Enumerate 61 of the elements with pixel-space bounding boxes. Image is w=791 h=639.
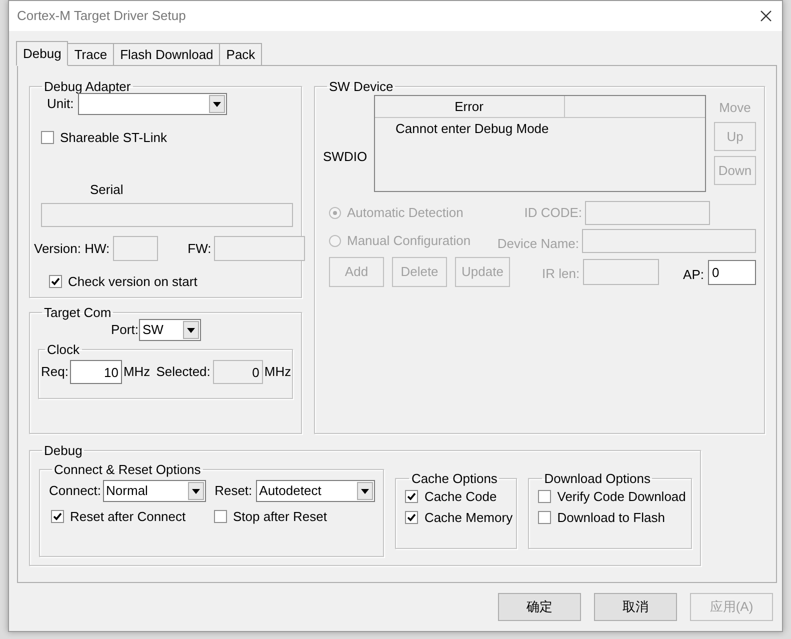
- unit-label: MHz: [123, 364, 150, 380]
- group-title: Debug Adapter: [43, 80, 132, 93]
- checkbox[interactable]: [214, 510, 227, 524]
- checkbox[interactable]: [41, 131, 54, 144]
- input-field[interactable]: 10: [70, 360, 122, 384]
- button[interactable]: 取消: [594, 593, 677, 621]
- checkbox[interactable]: [538, 511, 552, 524]
- input-field[interactable]: 0: [708, 260, 756, 284]
- group-title: Target Com: [43, 306, 112, 319]
- checkbox-label: Reset after Connect: [70, 509, 186, 525]
- dropdown[interactable]: [78, 93, 227, 115]
- field-label: Reset:: [214, 483, 252, 499]
- caret-icon: [212, 102, 221, 106]
- row-label: SWDIO: [323, 148, 368, 164]
- field-label: IR len:: [541, 266, 580, 282]
- window-title: Cortex-M Target Driver Setup: [17, 8, 186, 24]
- dropdown[interactable]: Normal: [103, 480, 206, 502]
- field-label: Device Name:: [496, 236, 579, 252]
- dropdown[interactable]: Autodetect: [256, 480, 376, 502]
- field-label: Unit:: [47, 96, 74, 112]
- field-label: ID CODE:: [523, 205, 582, 221]
- tab[interactable]: Pack: [219, 43, 262, 65]
- field-label: Port:: [111, 322, 138, 338]
- checkbox[interactable]: [51, 510, 64, 524]
- field-label: Serial: [90, 182, 124, 198]
- close-icon[interactable]: [760, 10, 772, 22]
- caret-icon: [361, 488, 370, 494]
- checkbox-label: Check version on start: [68, 274, 198, 290]
- checkbox[interactable]: [49, 275, 62, 288]
- radio-label: Automatic Detection: [347, 205, 464, 221]
- radio-label: Manual Configuration: [347, 233, 471, 249]
- group-title: Debug: [43, 444, 84, 457]
- button[interactable]: 确定: [498, 593, 581, 621]
- move-label: Move: [719, 100, 751, 116]
- checkbox-label: Stop after Reset: [233, 509, 327, 525]
- caret-icon: [192, 488, 200, 494]
- field-label: FW:: [188, 240, 212, 256]
- tab[interactable]: Debug: [16, 41, 68, 66]
- checkbox[interactable]: [405, 490, 418, 503]
- dropdown[interactable]: SW: [139, 319, 202, 341]
- checkbox[interactable]: [538, 490, 552, 503]
- checkbox-label: Cache Memory: [424, 510, 513, 526]
- unit-label: MHz: [264, 364, 292, 380]
- checkbox-label: Shareable ST-Link: [60, 130, 167, 146]
- checkbox-label: Download to Flash: [557, 510, 665, 526]
- field-label: AP:: [682, 267, 704, 283]
- group-title: Cache Options: [410, 472, 498, 484]
- group-title: SW Device: [328, 80, 394, 93]
- checkbox-label: Cache Code: [424, 488, 497, 504]
- field-label: Version: HW:: [34, 240, 110, 256]
- caret-icon: [187, 328, 196, 332]
- group-title: Connect & Reset Options: [53, 463, 202, 476]
- field-label: Req:: [41, 364, 68, 380]
- group-title: Clock: [46, 343, 81, 356]
- checkbox-label: Verify Code Download: [557, 488, 686, 504]
- field-label: Connect:: [49, 483, 102, 499]
- group-title: Download Options: [543, 472, 652, 484]
- checkbox[interactable]: [405, 511, 418, 524]
- table-cell-text: Cannot enter Debug Mode: [394, 120, 549, 137]
- column-header: Error: [374, 96, 565, 117]
- field-label: Selected:: [156, 364, 210, 380]
